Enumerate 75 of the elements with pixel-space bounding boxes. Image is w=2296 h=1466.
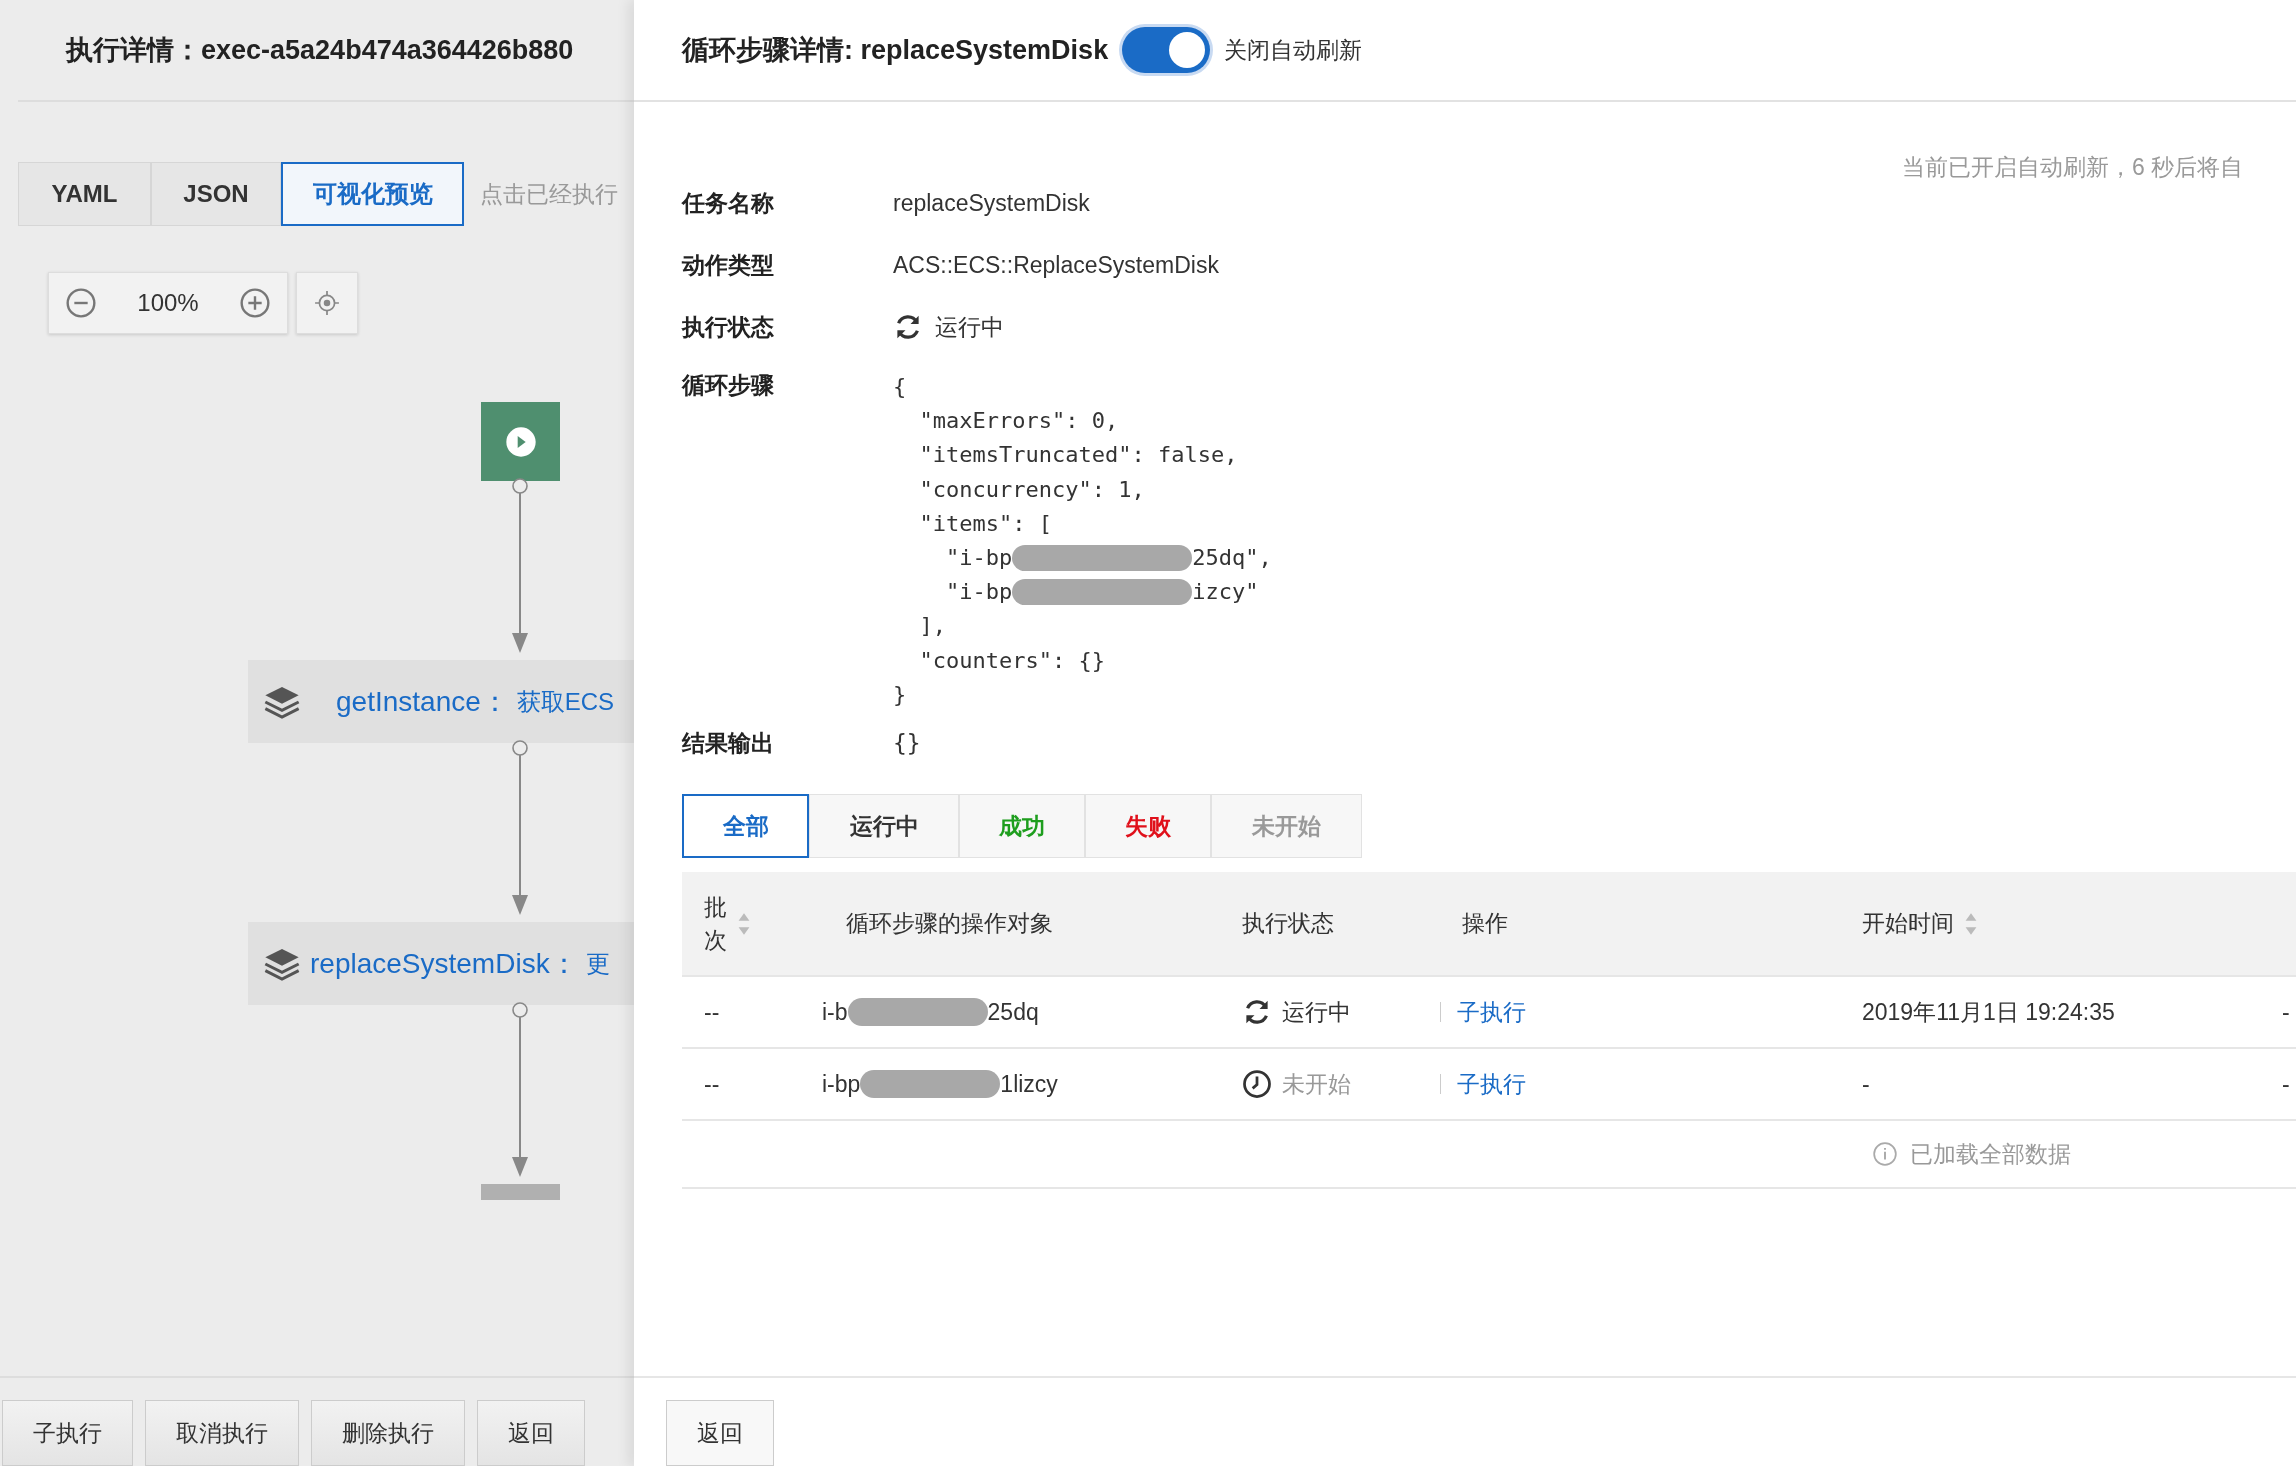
footer-button[interactable]: 取消执行 — [145, 1400, 299, 1466]
code-line: ], — [918, 612, 946, 641]
refresh-notice: 当前已开启自动刷新，6 秒后将自 — [1902, 154, 2244, 180]
footer-text: 已加载全部数据 — [1910, 1139, 2071, 1169]
code-line: { — [893, 373, 907, 401]
code-line: "items": [ — [918, 509, 1052, 538]
field-value: 运行中 — [935, 312, 1004, 342]
filter-tab[interactable]: 运行中 — [809, 794, 959, 859]
hint-text: 点击已经执行 — [480, 179, 618, 209]
field-label: 结果输出 — [682, 728, 775, 758]
footer-button[interactable]: 删除执行 — [311, 1400, 465, 1466]
code-line: "itemsTruncated": false, — [918, 441, 1238, 470]
play-icon — [504, 425, 537, 458]
column-header: 批次 — [704, 893, 727, 955]
status-text: 运行中 — [1282, 997, 1351, 1027]
footer-button[interactable]: 子执行 — [2, 1400, 133, 1466]
table-cell: -- — [704, 998, 720, 1026]
code-line: } — [893, 680, 907, 709]
info-icon — [1872, 1141, 1898, 1168]
task-description: 更 — [585, 948, 610, 979]
task-description: 获取ECS — [516, 686, 615, 717]
view-tab[interactable]: 可视化预览 — [281, 162, 464, 226]
task-node[interactable]: replaceSystemDisk： 更 — [248, 922, 634, 1005]
field-label: 执行状态 — [682, 312, 775, 342]
view-tab[interactable]: YAML — [18, 162, 151, 226]
field-value: replaceSystemDisk — [893, 189, 1090, 217]
clock-icon — [1242, 1069, 1272, 1100]
zoom-in-icon[interactable] — [239, 287, 271, 319]
column-header: 操作 — [1462, 909, 1508, 939]
code-line: 25dq", — [1192, 544, 1272, 572]
filter-tab[interactable]: 未开始 — [1211, 794, 1362, 859]
footer-button[interactable]: 返回 — [477, 1400, 585, 1466]
field-value: ACS::ECS::ReplaceSystemDisk — [893, 251, 1219, 279]
code-line: "counters": {} — [918, 646, 1105, 675]
table-cell: - — [1862, 1070, 1870, 1098]
task-name: getInstance： — [336, 684, 509, 719]
toggle-label: 关闭自动刷新 — [1224, 35, 1363, 65]
task-node[interactable]: getInstance： 获取ECS — [248, 660, 634, 743]
table-cell: - — [2282, 1070, 2290, 1098]
code-line: izcy" — [1192, 578, 1259, 607]
page-title: 执行详情：exec-a5a24b474a364426b880 — [66, 34, 574, 67]
filter-tab[interactable]: 失败 — [1085, 794, 1211, 859]
code-line: "concurrency": 1, — [918, 475, 1145, 504]
status-text: 未开始 — [1282, 1069, 1351, 1099]
column-header: 开始时间 — [1862, 909, 1954, 939]
code-line: "i-bp — [944, 544, 1013, 572]
table-cell-text: 2019年11月1日 19:24:35 — [1862, 997, 2115, 1027]
filter-tab[interactable]: 成功 — [959, 794, 1085, 859]
code-line: "i-bp — [944, 578, 1013, 607]
field-label: 动作类型 — [682, 250, 775, 280]
task-name: replaceSystemDisk： — [310, 946, 578, 981]
start-node[interactable] — [481, 402, 560, 481]
code-line: "maxErrors": 0, — [918, 407, 1119, 436]
field-label: 任务名称 — [682, 188, 775, 218]
detail-title: 循环步骤详情: replaceSystemDisk — [682, 34, 1109, 67]
table-cell: - — [2282, 998, 2290, 1026]
auto-refresh-toggle[interactable] — [1122, 27, 1211, 73]
back-button[interactable]: 返回 — [666, 1400, 774, 1466]
field-label: 循环步骤 — [682, 371, 775, 400]
locate-button[interactable] — [296, 272, 358, 334]
zoom-out-icon[interactable] — [65, 287, 97, 319]
table-cell: -- — [704, 1070, 720, 1098]
target-icon — [314, 290, 340, 316]
field-value: {} — [893, 730, 921, 757]
column-header: 循环步骤的操作对象 — [846, 909, 1053, 939]
sub-execution-link[interactable]: 子执行 — [1457, 996, 1526, 1028]
table-cell: 1lizcy — [1000, 1070, 1058, 1098]
column-header: 执行状态 — [1242, 909, 1334, 939]
table-cell: i-b — [822, 998, 848, 1026]
sub-execution-link[interactable]: 子执行 — [1457, 1068, 1526, 1100]
filter-tab[interactable]: 全部 — [682, 794, 809, 859]
table-cell: 25dq — [987, 998, 1039, 1026]
table-cell: i-bp — [822, 1070, 861, 1098]
zoom-level: 100% — [137, 289, 199, 317]
view-tab[interactable]: JSON — [151, 162, 281, 226]
